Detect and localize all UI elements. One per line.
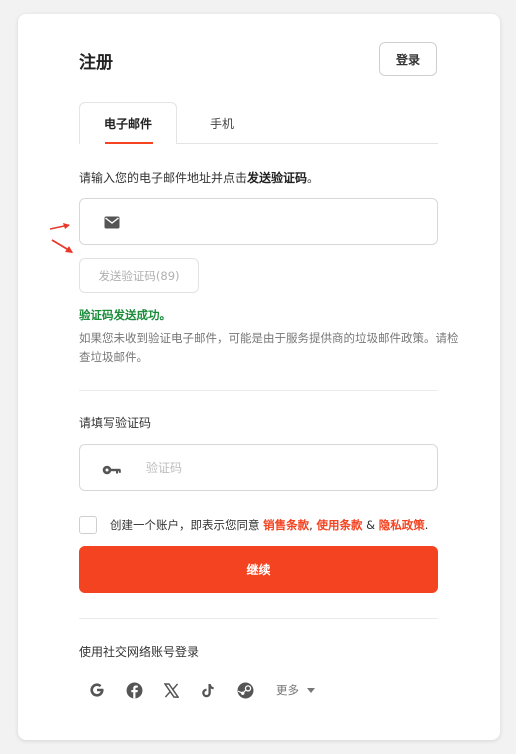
terms-prefix: 创建一个账户，即表示您同意 — [110, 518, 264, 532]
email-prompt-text: 请输入您的电子邮件地址并点击 — [79, 171, 248, 185]
send-code-button[interactable]: 发送验证码(89) — [79, 258, 199, 293]
social-divider — [79, 618, 438, 619]
terms-suffix: . — [424, 518, 429, 532]
code-field[interactable] — [79, 444, 438, 491]
page-title: 注册 — [79, 53, 113, 73]
privacy-link[interactable]: 隐私政策 — [379, 518, 425, 532]
steam-icon[interactable] — [236, 681, 254, 699]
more-social-button[interactable]: 更多 — [276, 682, 315, 698]
social-login-label: 使用社交网络账号登录 — [79, 645, 200, 659]
tab-email-label: 电子邮件 — [103, 117, 152, 131]
mail-icon — [104, 214, 120, 233]
login-button[interactable]: 登录 — [379, 42, 437, 76]
code-input[interactable] — [144, 457, 408, 479]
email-field[interactable] — [79, 198, 438, 245]
use-terms-link[interactable]: 使用条款 — [316, 518, 362, 532]
caret-down-icon — [307, 687, 315, 693]
arrow-annotation-icon — [49, 223, 73, 253]
x-icon[interactable] — [162, 681, 180, 699]
email-prompt-suffix: 。 — [307, 171, 320, 185]
google-icon[interactable] — [88, 681, 106, 699]
facebook-icon[interactable] — [125, 681, 143, 699]
tiktok-icon[interactable] — [199, 681, 217, 699]
more-label: 更多 — [276, 683, 299, 697]
terms-text: 创建一个账户，即表示您同意 销售条款, 使用条款 & 隐私政策. — [110, 517, 428, 533]
sales-terms-link[interactable]: 销售条款 — [263, 518, 309, 532]
key-icon — [102, 461, 122, 480]
email-prompt: 请输入您的电子邮件地址并点击发送验证码。 — [79, 169, 319, 186]
email-prompt-bold: 发送验证码 — [247, 171, 308, 185]
terms-sep2: & — [362, 518, 379, 532]
terms-checkbox[interactable] — [79, 516, 97, 534]
success-message: 验证码发送成功。 — [79, 308, 171, 322]
section-divider — [79, 390, 438, 391]
active-tab-indicator — [105, 142, 153, 144]
continue-button[interactable]: 继续 — [79, 546, 438, 593]
code-label: 请填写验证码 — [79, 416, 152, 430]
tab-email[interactable]: 电子邮件 — [79, 102, 177, 144]
spam-hint: 如果您未收到验证电子邮件，可能是由于服务提供商的垃圾邮件政策。请检查垃圾邮件。 — [79, 331, 459, 364]
tab-phone[interactable]: 手机 — [192, 102, 252, 144]
